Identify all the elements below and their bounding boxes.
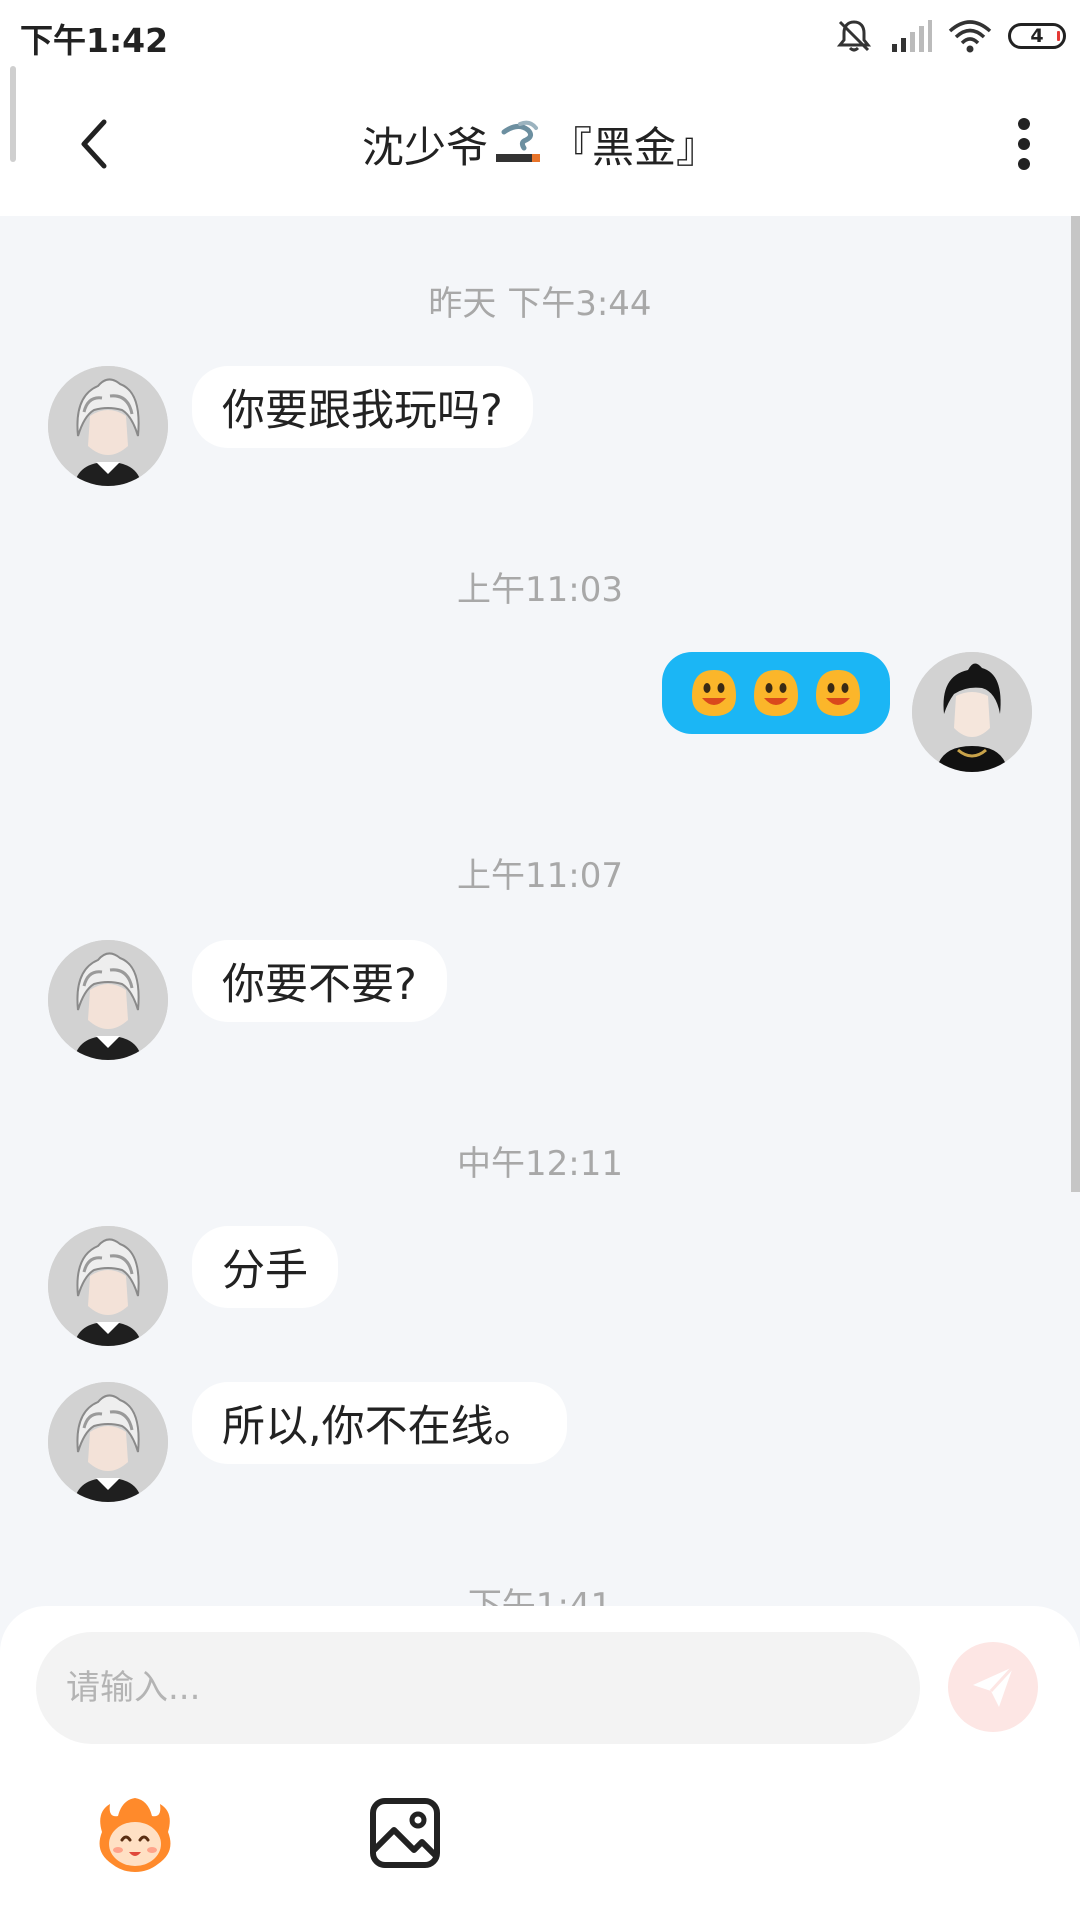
message-list[interactable]: 昨天 下午3:44 你要跟我玩吗? 上午11:03 上午11:07 你要不要? …: [0, 216, 1080, 1608]
smiley-icon: [692, 670, 736, 716]
send-button[interactable]: [948, 1642, 1038, 1732]
chat-header: 沈少爷 『黑金』: [0, 72, 1080, 216]
smiley-icon: [816, 670, 860, 716]
back-button[interactable]: [64, 108, 124, 180]
outgoing-message[interactable]: [662, 652, 890, 734]
sticker-icon: [99, 1798, 171, 1872]
image-button[interactable]: [368, 1796, 442, 1870]
more-options-button[interactable]: [994, 108, 1054, 180]
image-icon: [370, 1798, 440, 1868]
avatar[interactable]: [48, 1226, 168, 1346]
page-title: 沈少爷 『黑金』: [200, 108, 880, 180]
contact-name: 沈少爷: [361, 122, 488, 172]
wifi-icon: [948, 19, 992, 53]
input-panel: [0, 1606, 1080, 1920]
avatar[interactable]: [48, 366, 168, 486]
mute-icon: [834, 18, 874, 54]
message-input[interactable]: [36, 1632, 920, 1744]
timestamp: 上午11:07: [457, 856, 623, 896]
contact-tag: 『黑金』: [550, 122, 719, 172]
incoming-message[interactable]: 你要不要?: [192, 940, 447, 1022]
timestamp: 昨天 下午3:44: [428, 284, 652, 324]
battery-icon: 4: [1008, 23, 1066, 49]
smoking-icon: [494, 118, 544, 170]
more-vertical-icon: [1018, 118, 1030, 170]
battery-level: 4: [1030, 24, 1044, 47]
timestamp: 上午11:03: [457, 570, 623, 610]
scrollbar[interactable]: [1071, 216, 1080, 1192]
avatar[interactable]: [48, 1382, 168, 1502]
timestamp: 下午1:41: [467, 1586, 613, 1608]
status-time: 下午1:42: [20, 21, 169, 60]
incoming-message[interactable]: 分手: [192, 1226, 338, 1308]
send-icon: [973, 1665, 1015, 1707]
status-bar: 下午1:42 4: [0, 0, 1080, 72]
sticker-button[interactable]: [92, 1792, 178, 1878]
status-icons: 4: [834, 16, 1066, 56]
smiley-icon: [754, 670, 798, 716]
timestamp: 中午12:11: [457, 1144, 623, 1184]
edge-handle: [10, 66, 16, 162]
battery-low-indicator: [1057, 31, 1060, 41]
incoming-message[interactable]: 所以,你不在线。: [192, 1382, 567, 1464]
avatar[interactable]: [48, 940, 168, 1060]
chevron-left-icon: [81, 119, 107, 169]
my-avatar[interactable]: [912, 652, 1032, 772]
incoming-message[interactable]: 你要跟我玩吗?: [192, 366, 533, 448]
signal-icon: [890, 20, 932, 52]
chat-screen: 下午1:42 4 沈少爷 『黑金』 昨天 下午3:44 你要跟我玩吗? 上午11…: [0, 0, 1080, 1920]
